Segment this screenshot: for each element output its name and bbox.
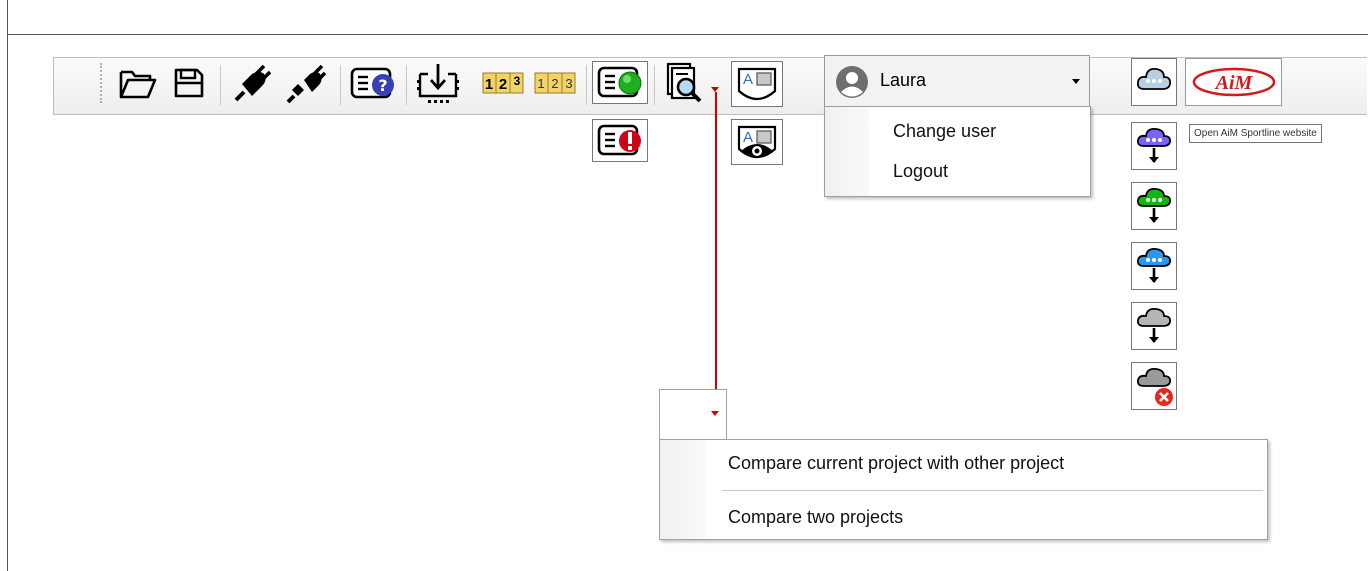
chevron-down-icon[interactable] bbox=[1072, 79, 1080, 84]
compare-projects-icon[interactable] bbox=[662, 62, 706, 106]
aim-logo: AiM bbox=[1192, 67, 1276, 97]
connect-plug-icon[interactable] bbox=[230, 64, 272, 104]
menu-gutter bbox=[825, 107, 869, 196]
compare-current-item[interactable]: Compare current project with other proje… bbox=[728, 453, 1064, 474]
cloud-button[interactable] bbox=[1131, 58, 1177, 106]
cloud-icon bbox=[1136, 68, 1172, 90]
aim-logo-button[interactable]: AiM bbox=[1185, 58, 1282, 106]
callout-line bbox=[715, 92, 717, 392]
status-ok-button[interactable] bbox=[592, 61, 648, 104]
display-layout-icon: A bbox=[737, 67, 777, 101]
status-error-icon bbox=[597, 124, 641, 156]
change-user-item[interactable]: Change user bbox=[893, 121, 996, 142]
toolbar-separator bbox=[654, 65, 655, 105]
numbering-icon[interactable]: 1 2 3 bbox=[482, 72, 524, 94]
display-preview-icon: A bbox=[737, 125, 777, 159]
svg-text:3: 3 bbox=[565, 76, 572, 91]
svg-text:3: 3 bbox=[514, 74, 521, 88]
menu-separator bbox=[722, 490, 1263, 491]
toolbar-separator bbox=[220, 65, 221, 105]
menu-gutter bbox=[660, 440, 706, 539]
logout-item[interactable]: Logout bbox=[893, 161, 948, 182]
cloud-green-download-button[interactable] bbox=[1131, 182, 1177, 230]
compare-dropdown-arrow[interactable] bbox=[711, 411, 719, 416]
svg-text:?: ? bbox=[378, 76, 387, 95]
svg-text:A: A bbox=[743, 129, 753, 146]
cloud-gray-error-icon bbox=[1136, 367, 1173, 406]
cloud-gray-download-icon bbox=[1136, 307, 1172, 343]
cloud-blue-download-button[interactable] bbox=[1131, 242, 1177, 290]
display-preview-button[interactable]: A bbox=[731, 119, 783, 165]
toolbar-grip[interactable] bbox=[100, 63, 104, 103]
download-icon[interactable] bbox=[414, 62, 462, 108]
status-ok-icon bbox=[597, 66, 642, 98]
window-left-frame bbox=[7, 34, 8, 571]
svg-text:2: 2 bbox=[551, 76, 558, 91]
svg-text:A: A bbox=[743, 71, 753, 88]
toolbar-separator bbox=[586, 65, 587, 105]
compare-two-item[interactable]: Compare two projects bbox=[728, 507, 903, 528]
cloud-purple-download-icon bbox=[1136, 127, 1172, 163]
disconnect-plug-icon[interactable] bbox=[284, 64, 326, 104]
user-name: Laura bbox=[880, 70, 927, 90]
device-info-icon[interactable]: ? bbox=[350, 66, 398, 102]
cloud-blue-download-icon bbox=[1136, 247, 1172, 283]
svg-text:1: 1 bbox=[537, 76, 544, 91]
cloud-purple-download-button[interactable] bbox=[1131, 122, 1177, 170]
display-layout-button[interactable]: A bbox=[731, 61, 783, 107]
svg-text:2: 2 bbox=[499, 76, 507, 93]
open-folder-icon[interactable] bbox=[118, 66, 158, 102]
numbering-disabled-icon[interactable]: 1 2 3 bbox=[534, 72, 576, 94]
user-avatar-icon bbox=[836, 66, 868, 98]
status-error-button[interactable] bbox=[592, 119, 648, 162]
cloud-gray-download-button[interactable] bbox=[1131, 302, 1177, 350]
svg-text:1: 1 bbox=[485, 76, 493, 93]
aim-website-tooltip: Open AiM Sportline website bbox=[1189, 124, 1322, 143]
svg-text:AiM: AiM bbox=[1214, 72, 1254, 94]
cloud-gray-error-button[interactable] bbox=[1131, 362, 1177, 410]
toolbar-separator bbox=[340, 65, 341, 105]
save-icon[interactable] bbox=[172, 66, 206, 100]
cloud-green-download-icon bbox=[1136, 187, 1172, 223]
toolbar-separator bbox=[406, 65, 407, 105]
user-menu bbox=[824, 106, 1091, 197]
window-top-frame bbox=[7, 0, 1368, 35]
